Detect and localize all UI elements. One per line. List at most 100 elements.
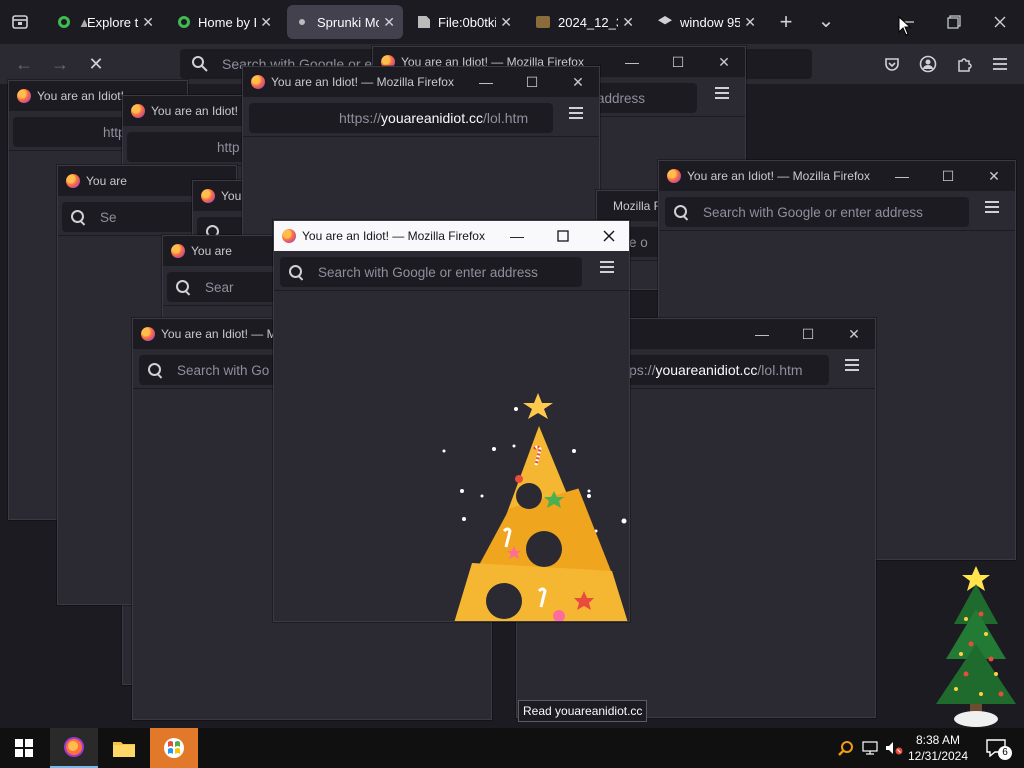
close-icon[interactable]: ✕ [979, 161, 1009, 191]
close-tab-icon[interactable]: ✕ [500, 14, 512, 31]
minimize-icon[interactable]: — [747, 319, 777, 349]
maximize-icon[interactable]: ☐ [663, 47, 693, 77]
tab-sprunki[interactable]: Sprunki Mo ✕ [287, 5, 403, 39]
window-title: You are an Idiot! — M [161, 327, 277, 341]
search-icon [147, 362, 163, 378]
url-placeholder: Search with Google or enter address [318, 264, 538, 280]
list-all-tabs-button[interactable]: ⌄ [814, 8, 838, 32]
maximize-icon[interactable]: ☐ [933, 161, 963, 191]
firefox-taskbar-button[interactable] [50, 728, 98, 768]
search-tray-icon[interactable] [834, 728, 858, 768]
volume-muted-icon[interactable] [882, 728, 906, 768]
window-title: You are an Idiot! — Mozilla Firefox [687, 169, 870, 183]
close-icon[interactable]: ✕ [839, 319, 869, 349]
start-button[interactable] [0, 728, 48, 768]
url-placeholder: Search with Google or enter address [703, 204, 923, 220]
tab-label: Explore t [86, 14, 139, 30]
minimize-icon[interactable]: — [471, 67, 501, 97]
extensions-icon[interactable] [952, 52, 976, 76]
search-icon [70, 209, 86, 225]
search-icon [188, 52, 212, 76]
window-title: You are [86, 174, 127, 188]
clock-date: 12/31/2024 [907, 749, 969, 763]
close-window-icon[interactable] [988, 10, 1012, 34]
taskbar: 8:38 AM 12/31/2024 6 [0, 728, 1024, 768]
url-field[interactable]: Search with Google or enter address [665, 197, 969, 227]
minimize-icon[interactable]: — [887, 161, 917, 191]
url-field[interactable]: address [589, 83, 697, 113]
maximize-icon[interactable]: ☐ [517, 67, 547, 97]
popup-window-front[interactable]: You are an Idiot! — Mozilla Firefox — Se… [273, 220, 630, 622]
url-placeholder: Sear [205, 279, 234, 295]
close-icon[interactable] [594, 221, 624, 251]
url-placeholder: address [597, 90, 646, 106]
clock[interactable]: 8:38 AM 12/31/2024 [906, 728, 970, 768]
windows-xp-taskbar-button[interactable] [150, 728, 198, 768]
close-icon[interactable]: ✕ [709, 47, 739, 77]
firefox-view-icon[interactable] [8, 10, 32, 34]
firefox-icon [667, 169, 681, 183]
url-row: Search with Google or enter address [659, 191, 1015, 231]
url-row: Search with Google or enter address [274, 251, 629, 291]
account-icon[interactable] [916, 52, 940, 76]
url-field[interactable]: ps://youareanidiot.cc/lol.htm [621, 355, 829, 385]
close-tab-icon[interactable]: ✕ [744, 14, 756, 31]
restore-icon[interactable] [942, 10, 966, 34]
close-tab-icon[interactable]: ✕ [260, 14, 272, 31]
dot-icon [299, 19, 305, 25]
action-center-icon[interactable]: 6 [976, 728, 1016, 768]
christmas-tree-image [442, 393, 628, 621]
cap-icon [658, 16, 672, 25]
url-row: https://youareanidiot.cc/lol.htm [243, 97, 599, 137]
tab-label: window 95 [680, 14, 741, 30]
file-explorer-icon[interactable] [100, 728, 148, 768]
forward-icon[interactable]: → [48, 52, 72, 76]
stop-loading-icon[interactable]: ✕ [84, 52, 108, 76]
url-field[interactable]: Search with Google or enter address [280, 257, 582, 287]
close-tab-icon[interactable]: ✕ [142, 14, 154, 31]
window-title: You are [191, 244, 232, 258]
pocket-icon[interactable] [880, 52, 904, 76]
url-placeholder: Search with Go [177, 362, 270, 378]
firefox-icon [201, 189, 215, 203]
url-scheme: ps:// [629, 362, 656, 378]
menu-icon[interactable] [988, 52, 1012, 76]
tab-file[interactable]: File:0b0tkill ✕ [410, 5, 520, 39]
desktop-christmas-tree-icon [936, 566, 1016, 727]
firefox-icon [66, 174, 80, 188]
tab-label: File:0b0tkill [438, 14, 497, 30]
search-icon [673, 204, 689, 220]
file-icon [418, 16, 430, 28]
menu-icon[interactable] [600, 261, 614, 273]
firefox-icon [131, 104, 145, 118]
network-icon[interactable] [858, 728, 882, 768]
tab-image[interactable]: 2024_12_31_ ✕ [528, 5, 642, 39]
menu-icon[interactable] [715, 87, 729, 99]
tab-window95[interactable]: window 95 ✕ [650, 5, 764, 39]
url-domain: youareanidiot.cc [655, 362, 758, 378]
new-tab-button[interactable]: + [774, 9, 798, 34]
menu-icon[interactable] [845, 359, 859, 371]
menu-icon[interactable] [985, 201, 999, 213]
tab-home[interactable]: Home by Bl ✕ [170, 5, 280, 39]
menu-icon[interactable] [569, 107, 583, 119]
maximize-icon[interactable]: ☐ [793, 319, 823, 349]
url-field[interactable]: https://youareanidiot.cc/lol.htm [249, 103, 553, 133]
tab-explore[interactable]: ▲ Explore t ✕ [50, 5, 162, 39]
close-icon[interactable]: ✕ [563, 67, 593, 97]
close-tab-icon[interactable]: ✕ [622, 14, 634, 31]
back-icon[interactable]: ← [12, 52, 36, 76]
minimize-icon[interactable]: — [617, 47, 647, 77]
maximize-icon[interactable] [548, 221, 578, 251]
tab-label: Sprunki Mo [317, 14, 380, 30]
tab-label: Home by Bl [198, 14, 256, 30]
firefox-icon [17, 89, 31, 103]
firefox-icon [282, 229, 296, 243]
search-icon [288, 264, 304, 280]
minimize-icon[interactable]: — [502, 221, 532, 251]
window-title: You are an Idiot! [37, 89, 124, 103]
firefox-icon [171, 244, 185, 258]
firefox-icon [141, 327, 155, 341]
circle-icon [58, 16, 70, 28]
close-tab-icon[interactable]: ✕ [383, 14, 395, 31]
